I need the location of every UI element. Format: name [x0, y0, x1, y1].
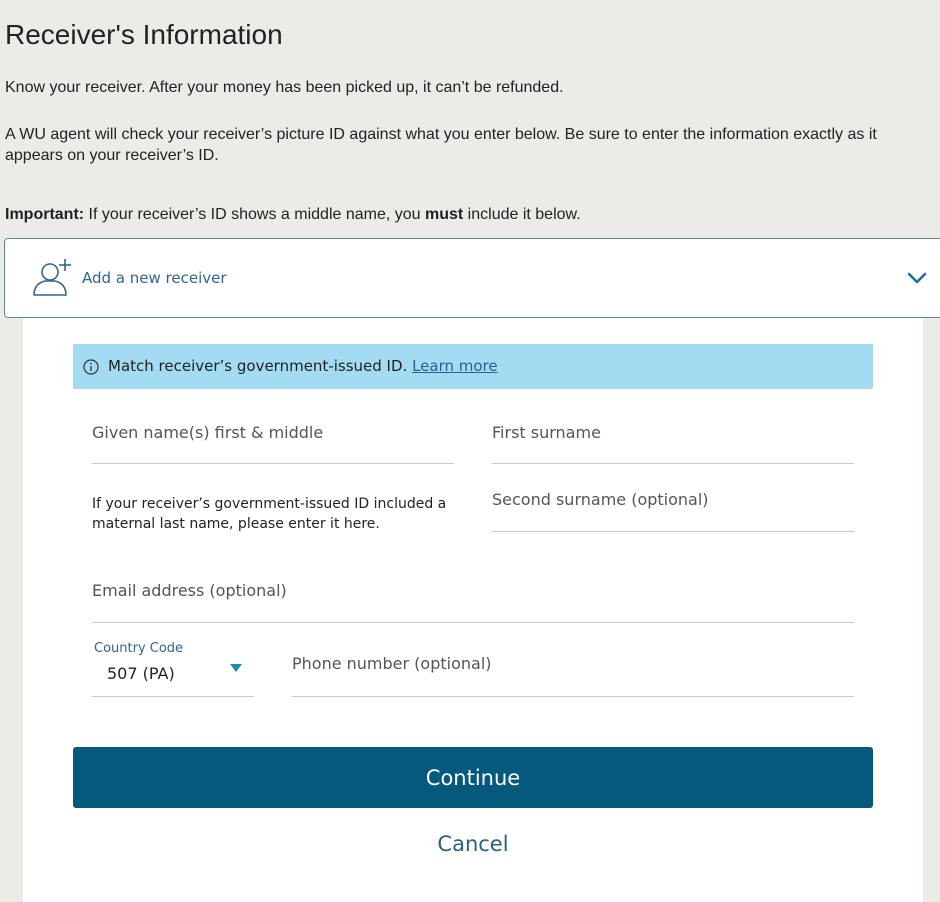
info-banner-text-wrap: Match receiver’s government-issued ID. L…: [108, 357, 498, 375]
important-emphasis: must: [425, 206, 464, 223]
add-receiver-label: Add a new receiver: [82, 269, 227, 287]
first-surname-placeholder: First surname: [492, 423, 601, 442]
caret-down-icon[interactable]: [229, 663, 243, 673]
country-code-label: Country Code: [94, 641, 184, 656]
given-names-field[interactable]: Given name(s) first & middle: [92, 418, 454, 464]
info-circle-icon: [83, 359, 99, 375]
intro-text: Know your receiver. After your money has…: [5, 79, 564, 96]
second-surname-placeholder: Second surname (optional): [492, 490, 709, 509]
email-field[interactable]: Email address (optional): [92, 576, 854, 623]
page-title: Receiver's Information: [5, 19, 283, 50]
email-placeholder: Email address (optional): [92, 581, 287, 600]
second-surname-field[interactable]: Second surname (optional): [492, 486, 854, 532]
chevron-down-icon[interactable]: [907, 271, 927, 285]
agent-note-text: A WU agent will check your receiver’s pi…: [5, 126, 877, 164]
receiver-form: Match receiver’s government-issued ID. L…: [23, 318, 923, 902]
add-user-icon: [33, 259, 71, 296]
maternal-name-hint: If your receiver’s government-issued ID …: [92, 496, 447, 532]
phone-placeholder: Phone number (optional): [292, 654, 492, 673]
add-receiver-accordion[interactable]: Add a new receiver: [4, 238, 940, 318]
info-banner: Match receiver’s government-issued ID. L…: [73, 344, 873, 389]
important-note: Important: If your receiver’s ID shows a…: [5, 204, 581, 225]
info-banner-text: Match receiver’s government-issued ID.: [108, 357, 408, 375]
country-code-value: 507 (PA): [107, 664, 175, 683]
given-names-placeholder: Given name(s) first & middle: [92, 423, 324, 442]
country-code-select[interactable]: Country Code 507 (PA): [92, 641, 254, 697]
first-surname-field[interactable]: First surname: [492, 418, 854, 464]
cancel-link[interactable]: Cancel: [23, 832, 923, 856]
phone-field[interactable]: Phone number (optional): [292, 641, 854, 697]
important-label: Important:: [5, 206, 85, 223]
learn-more-link[interactable]: Learn more: [412, 357, 498, 375]
continue-button[interactable]: Continue: [73, 747, 873, 808]
important-text-pre: If your receiver’s ID shows a middle nam…: [84, 206, 425, 223]
important-text-post: include it below.: [463, 206, 581, 223]
